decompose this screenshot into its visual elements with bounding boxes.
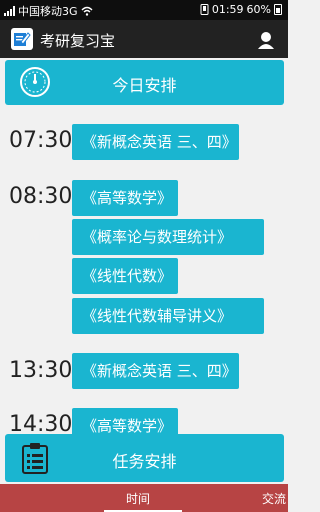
app-title: 考研复习宝 bbox=[40, 32, 116, 50]
schedule-item[interactable]: 《高等数学》 bbox=[72, 180, 178, 216]
battery-icon bbox=[274, 4, 282, 15]
bottom-tab-bar: 时间 交流 bbox=[0, 484, 288, 512]
user-icon[interactable] bbox=[256, 30, 276, 50]
carrier-label: 中国移动3G bbox=[18, 5, 78, 18]
tab-chat[interactable]: 交流 bbox=[262, 490, 286, 507]
edit-icon bbox=[11, 28, 33, 50]
today-schedule-button[interactable]: 今日安排 bbox=[5, 60, 284, 105]
task-schedule-label: 任务安排 bbox=[112, 452, 177, 471]
rotation-lock-icon bbox=[200, 4, 209, 15]
time-label: 08:30 bbox=[9, 184, 73, 209]
tab-time[interactable]: 时间 bbox=[126, 490, 150, 507]
task-schedule-button[interactable]: 任务安排 bbox=[5, 434, 284, 482]
wifi-icon bbox=[81, 6, 93, 16]
time-label: 07:30 bbox=[9, 128, 73, 153]
schedule-item[interactable]: 《线性代数辅导讲义》 bbox=[72, 298, 264, 334]
battery-percent: 60% bbox=[246, 3, 271, 16]
signal-icon bbox=[4, 6, 15, 16]
status-bar: 中国移动3G 01:59 60% bbox=[0, 0, 288, 20]
schedule-item[interactable]: 《线性代数》 bbox=[72, 258, 178, 294]
schedule-item[interactable]: 《新概念英语 三、四》 bbox=[72, 124, 239, 160]
app-bar: 考研复习宝 bbox=[0, 20, 288, 58]
schedule-item[interactable]: 《新概念英语 三、四》 bbox=[72, 353, 239, 389]
clock: 01:59 bbox=[211, 3, 244, 16]
today-schedule-label: 今日安排 bbox=[112, 76, 177, 95]
schedule-item[interactable]: 《概率论与数理统计》 bbox=[72, 219, 264, 255]
time-label: 13:30 bbox=[9, 358, 73, 383]
